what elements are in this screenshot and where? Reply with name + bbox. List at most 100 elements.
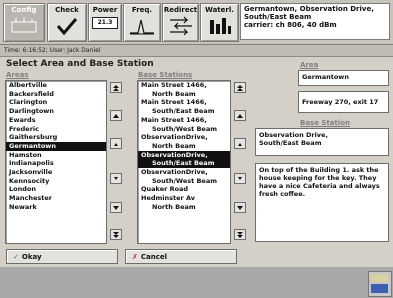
areas-label: Areas — [6, 71, 29, 79]
bs-scroll-top-button[interactable] — [234, 82, 246, 93]
small-up-arrow-icon — [114, 142, 118, 146]
cancel-button[interactable]: ✗ Cancel — [125, 249, 237, 264]
bs-scroll-down-button[interactable] — [234, 202, 246, 213]
down-arrow-icon — [113, 205, 119, 210]
scroll-top-button[interactable] — [110, 82, 122, 93]
waterlevel-button[interactable]: Waterl. — [200, 3, 239, 42]
area-list-item[interactable]: Clarington — [6, 98, 106, 107]
frequency-wave-icon — [130, 19, 154, 35]
bs-scroll-down-step-button[interactable] — [234, 173, 246, 184]
base-station-list-item[interactable]: Quaker Road — [138, 185, 230, 194]
base-station-list-item[interactable]: North Beam — [138, 203, 230, 212]
area-list-item[interactable]: Indianapolis — [6, 159, 106, 168]
cancel-label: Cancel — [140, 253, 168, 261]
areas-list[interactable]: Albertville Backersfield Clarington Darling… — [5, 80, 107, 244]
tray-indicator-icon — [371, 274, 388, 282]
area-panel-label: Area — [300, 61, 319, 69]
system-tray[interactable] — [368, 271, 392, 297]
redirect-label: Redirect — [163, 6, 198, 14]
areas-scrollbar[interactable] — [110, 82, 123, 242]
bs-scroll-bottom-button[interactable] — [234, 229, 246, 240]
down-arrow-icon — [237, 205, 243, 210]
base-station-list-item[interactable]: ObservationDrive, — [138, 133, 230, 142]
area-list-item[interactable]: Jacksonville — [6, 168, 106, 177]
base-station-list-item[interactable]: North Beam — [138, 142, 230, 151]
config-icon — [11, 17, 37, 33]
base-station-list-item[interactable]: South/West Beam — [138, 125, 230, 134]
redirect-button[interactable]: Redirect — [162, 3, 199, 42]
close-icon: ✗ — [132, 253, 138, 261]
area-value-field: Germantown — [298, 70, 389, 86]
power-button[interactable]: Power 21.3 — [88, 3, 122, 42]
area-list-item[interactable]: Ewards — [6, 116, 106, 125]
power-value-display: 21.3 — [92, 17, 118, 29]
base-stations-list[interactable]: Main Street 1466, North Beam Main Street 1… — [137, 80, 231, 244]
okay-label: Okay — [21, 253, 42, 261]
area-detail-field: Freeway 270, exit 17 — [298, 91, 389, 113]
check-label: Check — [55, 6, 79, 14]
area-list-item[interactable]: Frederic — [6, 125, 106, 134]
base-station-notes-field: On top of the Building 1. ask the house … — [255, 163, 389, 242]
config-button[interactable]: Config — [3, 3, 45, 42]
small-up-arrow-icon — [238, 142, 242, 146]
base-station-value-field: Observation Drive, South/East Beam — [255, 128, 389, 156]
base-stations-scrollbar[interactable] — [234, 82, 247, 242]
tray-signal-icon — [371, 284, 388, 293]
base-station-list-item[interactable]: Hedminster Av — [138, 194, 230, 203]
area-list-item[interactable]: Newark — [6, 203, 106, 212]
redirect-arrows-icon — [169, 16, 192, 36]
scroll-down-button[interactable] — [110, 202, 122, 213]
frequency-button[interactable]: Freq. — [123, 3, 161, 42]
area-list-item[interactable]: Kennsocity — [6, 177, 106, 186]
footer-area — [0, 267, 393, 298]
base-station-panel-label: Base Station — [300, 119, 351, 127]
area-list-item[interactable]: Albertville — [6, 81, 106, 90]
info-line-3: carrier: ch 806, 40 dBm — [244, 21, 337, 29]
base-station-list-item[interactable]: South/East Beam — [138, 107, 230, 116]
waterlevel-bars-icon — [209, 18, 231, 34]
app-screen: Config Check Power 21.3 Freq. Redirect W… — [0, 0, 393, 298]
page-title: Select Area and Base Station — [6, 59, 154, 69]
waterl-label: Waterl. — [205, 6, 234, 14]
checkmark-icon: ✓ — [13, 253, 19, 261]
bs-scroll-up-button[interactable] — [234, 110, 246, 121]
area-list-item[interactable]: Darlingtown — [6, 107, 106, 116]
base-station-list-item[interactable]: ObservationDrive, — [138, 150, 230, 160]
up-arrow-icon — [113, 113, 119, 118]
info-line-1: Germantown, Observation Drive, — [244, 5, 374, 13]
area-list-item[interactable]: Manchester — [6, 194, 106, 203]
base-station-list-item[interactable]: Main Street 1466, — [138, 98, 230, 107]
power-label: Power — [92, 6, 118, 14]
double-up-arrow-icon — [113, 84, 119, 91]
area-list-item[interactable]: Hamston — [6, 151, 106, 160]
base-station-list-item[interactable]: Main Street 1466, — [138, 116, 230, 125]
okay-button[interactable]: ✓ Okay — [6, 249, 118, 264]
bs-scroll-up-step-button[interactable] — [234, 138, 246, 149]
freq-label: Freq. — [131, 6, 153, 14]
base-station-list-item[interactable]: South/West Beam — [138, 177, 230, 186]
up-arrow-icon — [237, 113, 243, 118]
small-down-arrow-icon — [238, 176, 242, 180]
scroll-up-button[interactable] — [110, 110, 122, 121]
area-list-item[interactable]: Germantown — [6, 141, 106, 151]
double-up-arrow-icon — [237, 84, 243, 91]
config-label: Config — [11, 6, 37, 14]
base-station-list-item[interactable]: South/East Beam — [138, 159, 230, 169]
area-list-item[interactable]: London — [6, 185, 106, 194]
base-station-list-item[interactable]: Main Street 1466, — [138, 81, 230, 90]
check-button[interactable]: Check — [47, 3, 87, 42]
area-list-item[interactable]: Backersfield — [6, 90, 106, 99]
scroll-down-step-button[interactable] — [110, 173, 122, 184]
area-list-item[interactable]: Gaithersburg — [6, 133, 106, 142]
base-station-list-item[interactable]: ObservationDrive, — [138, 168, 230, 177]
double-down-arrow-icon — [237, 231, 243, 238]
double-down-arrow-icon — [113, 231, 119, 238]
scroll-up-step-button[interactable] — [110, 138, 122, 149]
base-station-list-item[interactable]: North Beam — [138, 90, 230, 99]
scroll-bottom-button[interactable] — [110, 229, 122, 240]
small-down-arrow-icon — [114, 176, 118, 180]
status-line: Time: 6:16:52; User: Jack Daniel — [0, 45, 393, 57]
checkmark-icon — [56, 18, 78, 36]
toolbar: Config Check Power 21.3 Freq. Redirect W… — [0, 0, 393, 45]
base-stations-label: Base Stations — [138, 71, 193, 79]
